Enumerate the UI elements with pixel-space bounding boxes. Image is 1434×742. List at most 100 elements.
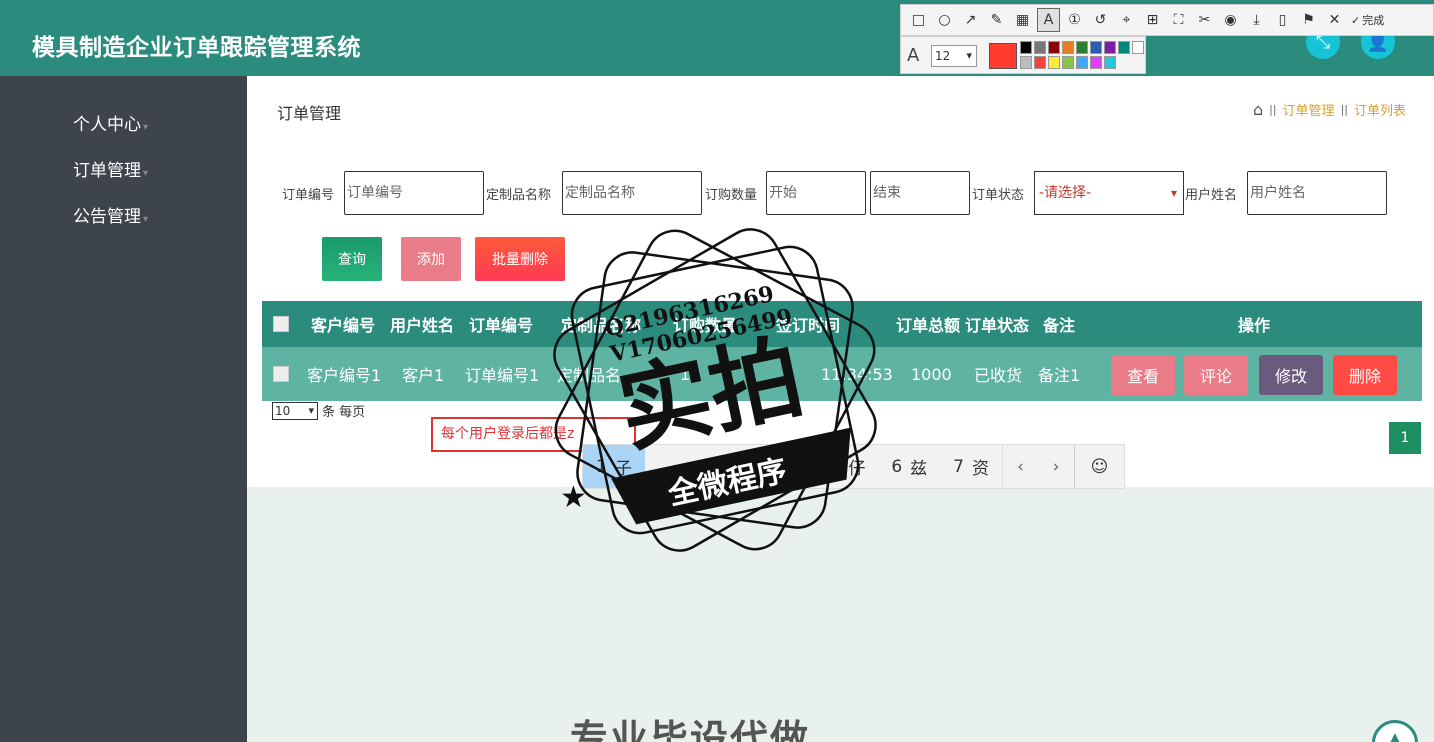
color-swatch[interactable] <box>1076 56 1088 69</box>
add-button[interactable]: 添加 <box>401 237 461 281</box>
breadcrumb-orders[interactable]: 订单管理 <box>1283 100 1335 119</box>
copy-icon[interactable]: ▯ <box>1271 8 1294 32</box>
save-icon[interactable]: ⤓ <box>1245 8 1268 32</box>
breadcrumb-separator: || <box>1269 103 1277 116</box>
col-customer-no[interactable]: 客户编号 <box>311 301 375 347</box>
edit-button[interactable]: 修改 <box>1259 355 1323 395</box>
emoji-icon[interactable]: ☺ <box>1074 445 1124 488</box>
color-swatch[interactable] <box>1020 41 1032 54</box>
page-title: 订单管理 <box>277 104 342 123</box>
number-icon[interactable]: ① <box>1063 8 1086 32</box>
page-number-current[interactable]: 1 <box>1389 422 1421 454</box>
close-icon[interactable]: ✕ <box>1323 8 1346 32</box>
order-no-label: 订单编号 <box>282 188 335 203</box>
comment-button[interactable]: 评论 <box>1184 355 1248 395</box>
pen-icon[interactable]: ✎ <box>985 8 1008 32</box>
done-button[interactable]: ✓ 完成 <box>1351 12 1384 28</box>
sidebar-item-label: 订单管理 <box>73 161 141 181</box>
col-order-no[interactable]: 订单编号 <box>469 301 533 347</box>
user-name-label: 用户姓名 <box>1185 188 1238 203</box>
row-checkbox[interactable] <box>273 366 289 382</box>
ime-candidate[interactable]: 7资 <box>940 445 1002 488</box>
color-swatch[interactable] <box>1132 41 1144 54</box>
product-input[interactable]: 定制品名称 <box>562 171 702 215</box>
status-select[interactable]: -请选择- ▾ <box>1034 171 1184 215</box>
done-label: 完成 <box>1362 14 1385 27</box>
qty-label: 订购数量 <box>705 188 758 203</box>
color-swatch[interactable] <box>1118 41 1130 54</box>
sidebar: 个人中心 ▾ 订单管理 ▾ 公告管理 ▾ <box>0 76 247 742</box>
color-swatch[interactable] <box>1076 41 1088 54</box>
ocr-icon[interactable]: ⊞ <box>1141 8 1164 32</box>
cell-user-name: 客户1 <box>402 366 445 385</box>
bookmark-icon[interactable]: ⚑ <box>1297 8 1320 32</box>
star-icon: ★ <box>560 480 587 515</box>
undo-icon[interactable]: ↺ <box>1089 8 1112 32</box>
view-button[interactable]: 查看 <box>1111 355 1175 395</box>
scroll-top-icon[interactable]: ▲ <box>1372 720 1418 742</box>
status-label: 订单状态 <box>972 188 1025 203</box>
font-icon: A <box>907 45 920 66</box>
sidebar-item-label: 公告管理 <box>73 207 141 227</box>
home-icon[interactable]: ⌂ <box>1253 100 1263 119</box>
color-swatch[interactable] <box>1090 56 1102 69</box>
text-icon[interactable]: A <box>1037 8 1060 32</box>
sidebar-item-profile[interactable]: 个人中心 ▾ <box>73 110 148 135</box>
color-swatch[interactable] <box>1090 41 1102 54</box>
annotation-toolbar: □ ○ ↗ ✎ ▦ A ① ↺ ⌖ ⊞ ⛶ ✂ ◉ ⤓ ▯ ⚑ ✕ ✓ 完成 <box>900 4 1434 36</box>
col-note[interactable]: 备注 <box>1043 301 1075 347</box>
page-size-control: 10 条 每页 <box>272 401 365 420</box>
mosaic-icon[interactable]: ▦ <box>1011 8 1034 32</box>
sidebar-item-label: 个人中心 <box>73 115 141 135</box>
annotation-style-bar: A 12 <box>900 36 1146 74</box>
stick-icon[interactable]: ✂ <box>1193 8 1216 32</box>
arrow-icon[interactable]: ↗ <box>959 8 982 32</box>
cell-total: 1000 <box>911 364 952 384</box>
chevron-left-icon[interactable]: ‹ <box>1002 445 1038 488</box>
caret-down-icon: ▾ <box>143 214 149 225</box>
color-swatch[interactable] <box>1048 41 1060 54</box>
sidebar-item-notices[interactable]: 公告管理 ▾ <box>73 202 148 227</box>
cell-customer-no: 客户编号1 <box>307 366 382 385</box>
page-size-select[interactable]: 10 <box>272 401 318 420</box>
circle-icon[interactable]: ○ <box>933 8 956 32</box>
color-swatch[interactable] <box>1034 56 1046 69</box>
page-size-label: 条 每页 <box>322 405 366 420</box>
ime-candidate-text: 兹 <box>910 459 928 479</box>
font-size-select[interactable]: 12 <box>931 45 977 67</box>
color-swatch[interactable] <box>1104 41 1116 54</box>
color-swatch[interactable] <box>1034 41 1046 54</box>
caret-down-icon: ▾ <box>143 122 149 133</box>
delete-button[interactable]: 删除 <box>1333 355 1397 395</box>
ime-candidate-number: 7 <box>953 456 964 477</box>
product-label: 定制品名称 <box>486 188 552 203</box>
record-icon[interactable]: ◉ <box>1219 8 1242 32</box>
rectangle-icon[interactable]: □ <box>907 8 930 32</box>
qty-start-input[interactable]: 开始 <box>766 171 866 215</box>
order-no-input[interactable]: 订单编号 <box>344 171 484 215</box>
star-icon: ★ <box>820 426 847 461</box>
color-swatch[interactable] <box>1048 56 1060 69</box>
col-total[interactable]: 订单总额 <box>896 301 960 347</box>
color-swatch[interactable] <box>1062 56 1074 69</box>
color-swatch[interactable] <box>1104 56 1116 69</box>
bottom-banner-text: 专业毕设代做 <box>570 717 811 742</box>
cell-note: 备注1 <box>1038 366 1081 385</box>
breadcrumb-order-list[interactable]: 订单列表 <box>1354 100 1406 119</box>
col-status[interactable]: 订单状态 <box>965 301 1029 347</box>
query-button[interactable]: 查询 <box>322 237 382 281</box>
chevron-right-icon[interactable]: › <box>1038 445 1074 488</box>
color-swatch[interactable] <box>1062 41 1074 54</box>
current-color-swatch[interactable] <box>989 43 1017 69</box>
color-swatch[interactable] <box>1020 56 1032 69</box>
translate-icon[interactable]: ⛶ <box>1167 8 1190 32</box>
breadcrumb-separator: || <box>1340 103 1348 116</box>
col-user-name[interactable]: 用户姓名 <box>390 301 454 347</box>
pin-icon[interactable]: ⌖ <box>1115 8 1138 32</box>
cell-status: 已收货 <box>974 366 1023 385</box>
user-name-input[interactable]: 用户姓名 <box>1247 171 1387 215</box>
status-select-value: -请选择- <box>1039 185 1092 201</box>
qty-end-input[interactable]: 结束 <box>870 171 970 215</box>
sidebar-item-orders[interactable]: 订单管理 ▾ <box>73 156 148 181</box>
select-all-checkbox[interactable] <box>273 316 289 332</box>
